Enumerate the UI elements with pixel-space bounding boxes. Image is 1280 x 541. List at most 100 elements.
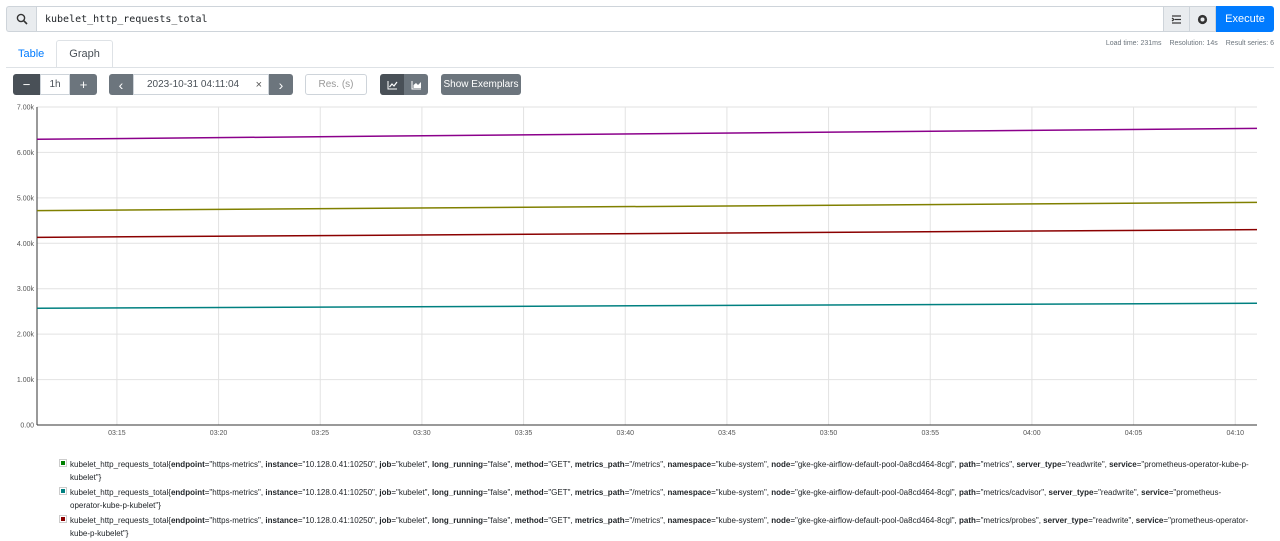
legend-label-value: ="gke-gke-airflow-default-pool-0a8cd464-… bbox=[790, 460, 960, 469]
series-line bbox=[36, 127, 1258, 141]
query-stats: Load time: 231ms Resolution: 14s Result … bbox=[1106, 40, 1274, 47]
legend-label-value: ="kube-system", bbox=[711, 516, 772, 525]
legend-label-key: namespace bbox=[667, 488, 712, 497]
next-time-button[interactable]: › bbox=[269, 74, 293, 95]
legend-label-value: ="https-metrics", bbox=[204, 516, 266, 525]
range-input[interactable]: 1h bbox=[40, 74, 70, 95]
increase-range-button[interactable]: + bbox=[70, 74, 97, 95]
legend-label-key: namespace bbox=[667, 516, 712, 525]
x-tick-label: 04:10 bbox=[1226, 430, 1244, 437]
series-legend: kubelet_http_requests_total{endpoint="ht… bbox=[59, 458, 1250, 541]
metrics-explorer-icon bbox=[1197, 14, 1208, 24]
x-tick-label: 03:30 bbox=[413, 430, 431, 437]
legend-metric-name: kubelet_http_requests_total{ bbox=[70, 516, 171, 525]
legend-label-key: job bbox=[379, 488, 392, 497]
legend-swatch bbox=[59, 487, 67, 495]
legend-label-value: ="metrics/cadvisor", bbox=[975, 488, 1049, 497]
prev-time-button[interactable]: ‹ bbox=[109, 74, 133, 95]
legend-label-key: namespace bbox=[667, 460, 712, 469]
legend-label-value: ="readwrite", bbox=[1088, 516, 1136, 525]
x-tick-label: 04:05 bbox=[1125, 430, 1143, 437]
legend-label-key: instance bbox=[265, 516, 298, 525]
resolution: Resolution: 14s bbox=[1169, 40, 1218, 47]
legend-label-value: ="false", bbox=[483, 488, 515, 497]
legend-label-value: ="10.128.0.41:10250", bbox=[297, 516, 380, 525]
y-tick-label: 7.00k bbox=[17, 105, 35, 112]
y-tick-label: 0.00 bbox=[20, 423, 34, 430]
query-bar: kubelet_http_requests_total Execute bbox=[6, 6, 1274, 32]
stacked-chart-button[interactable] bbox=[404, 74, 428, 95]
legend-label-key: job bbox=[379, 460, 392, 469]
legend-label-key: path bbox=[959, 488, 976, 497]
x-tick-label: 03:25 bbox=[311, 430, 329, 437]
legend-label-key: service bbox=[1141, 488, 1169, 497]
legend-label-key: metrics_path bbox=[574, 516, 625, 525]
legend-label-key: node bbox=[771, 460, 791, 469]
resolution-input[interactable]: Res. (s) bbox=[305, 74, 367, 95]
legend-label-value: ="kube-system", bbox=[711, 488, 772, 497]
x-tick-label: 03:45 bbox=[718, 430, 736, 437]
decrease-range-button[interactable]: − bbox=[13, 74, 40, 95]
legend-label-value: ="metrics", bbox=[975, 460, 1017, 469]
legend-label-key: method bbox=[514, 516, 544, 525]
legend-label-key: instance bbox=[265, 488, 298, 497]
x-tick-label: 03:40 bbox=[616, 430, 634, 437]
x-tick-label: 03:20 bbox=[210, 430, 228, 437]
legend-label-value: ="false", bbox=[483, 460, 515, 469]
legend-item[interactable]: kubelet_http_requests_total{endpoint="ht… bbox=[59, 514, 1250, 540]
legend-label-value: ="metrics/probes", bbox=[975, 516, 1044, 525]
legend-label-key: endpoint bbox=[170, 460, 205, 469]
query-input[interactable]: kubelet_http_requests_total bbox=[36, 6, 1164, 32]
load-time: Load time: 231ms bbox=[1105, 40, 1162, 47]
legend-label-key: node bbox=[771, 516, 791, 525]
legend-label-key: node bbox=[771, 488, 791, 497]
legend-label-key: server_type bbox=[1043, 516, 1089, 525]
y-tick-label: 5.00k bbox=[17, 195, 35, 202]
end-time-input[interactable]: 2023-10-31 04:11:04 × bbox=[133, 74, 269, 95]
legend-item[interactable]: kubelet_http_requests_total{endpoint="ht… bbox=[59, 458, 1250, 484]
format-button[interactable] bbox=[1164, 6, 1190, 32]
clear-time-icon[interactable]: × bbox=[256, 79, 262, 91]
format-icon bbox=[1171, 14, 1181, 24]
x-tick-label: 04:00 bbox=[1023, 430, 1041, 437]
legend-label-key: service bbox=[1135, 516, 1164, 525]
legend-label-value: ="false", bbox=[483, 516, 515, 525]
series-line bbox=[36, 201, 1258, 212]
legend-label-key: job bbox=[379, 516, 392, 525]
metrics-explorer-button[interactable] bbox=[1190, 6, 1216, 32]
execute-button[interactable]: Execute bbox=[1216, 6, 1274, 32]
end-time-value: 2023-10-31 04:11:04 bbox=[147, 79, 240, 90]
legend-label-key: endpoint bbox=[170, 516, 205, 525]
y-tick-label: 6.00k bbox=[17, 150, 35, 157]
legend-label-value: ="/metrics", bbox=[624, 488, 668, 497]
legend-label-value: ="kube-system", bbox=[711, 460, 772, 469]
legend-label-key: method bbox=[514, 460, 544, 469]
x-tick-label: 03:35 bbox=[515, 430, 533, 437]
legend-label-key: path bbox=[959, 460, 976, 469]
legend-label-key: server_type bbox=[1048, 488, 1094, 497]
view-tabs: Table Graph bbox=[6, 40, 113, 68]
legend-label-value: ="readwrite", bbox=[1093, 488, 1142, 497]
legend-label-value: ="GET", bbox=[543, 460, 575, 469]
legend-label-value: ="https-metrics", bbox=[204, 460, 266, 469]
legend-label-key: long_running bbox=[431, 488, 484, 497]
tab-graph[interactable]: Graph bbox=[56, 40, 113, 68]
line-chart-icon bbox=[387, 80, 397, 89]
tab-table[interactable]: Table bbox=[6, 40, 56, 68]
legend-label-value: ="GET", bbox=[543, 516, 575, 525]
y-tick-label: 2.00k bbox=[17, 332, 35, 339]
legend-label-key: metrics_path bbox=[574, 488, 625, 497]
legend-label-value: ="kubelet", bbox=[391, 460, 432, 469]
series-line bbox=[36, 302, 1258, 309]
show-exemplars-button[interactable]: Show Exemplars bbox=[441, 74, 521, 95]
graph-chart: 0.00 1.00k 2.00k 3.00k 4.00k 5.00k 6.00k 7.00k 0… bbox=[17, 105, 1258, 437]
legend-label-value: ="kubelet", bbox=[391, 516, 432, 525]
legend-label-value: ="kubelet", bbox=[391, 488, 432, 497]
legend-label-key: endpoint bbox=[170, 488, 205, 497]
y-tick-label: 3.00k bbox=[17, 286, 35, 293]
y-tick-label: 1.00k bbox=[17, 377, 35, 384]
series-line bbox=[36, 228, 1258, 239]
legend-swatch bbox=[59, 459, 67, 467]
line-chart-button[interactable] bbox=[380, 74, 404, 95]
legend-item[interactable]: kubelet_http_requests_total{endpoint="ht… bbox=[59, 486, 1250, 512]
